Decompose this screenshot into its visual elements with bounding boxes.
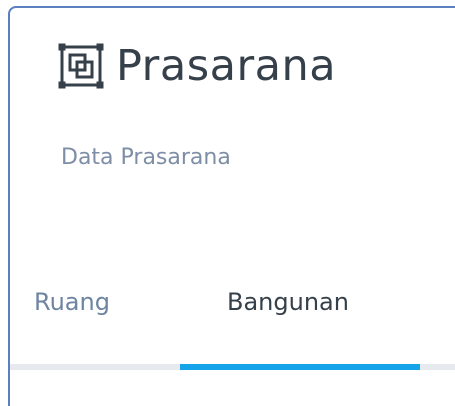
tab-bangunan[interactable]: Bangunan: [227, 280, 349, 324]
layers-icon: [58, 43, 104, 89]
page-header: Prasarana: [58, 38, 336, 94]
tab-bar: Ruang Bangunan: [10, 280, 455, 370]
active-tab-indicator: [180, 364, 420, 370]
tab-ruang[interactable]: Ruang: [34, 280, 110, 324]
page-title: Prasarana: [116, 41, 337, 91]
page-subtitle: Data Prasarana: [61, 145, 231, 170]
